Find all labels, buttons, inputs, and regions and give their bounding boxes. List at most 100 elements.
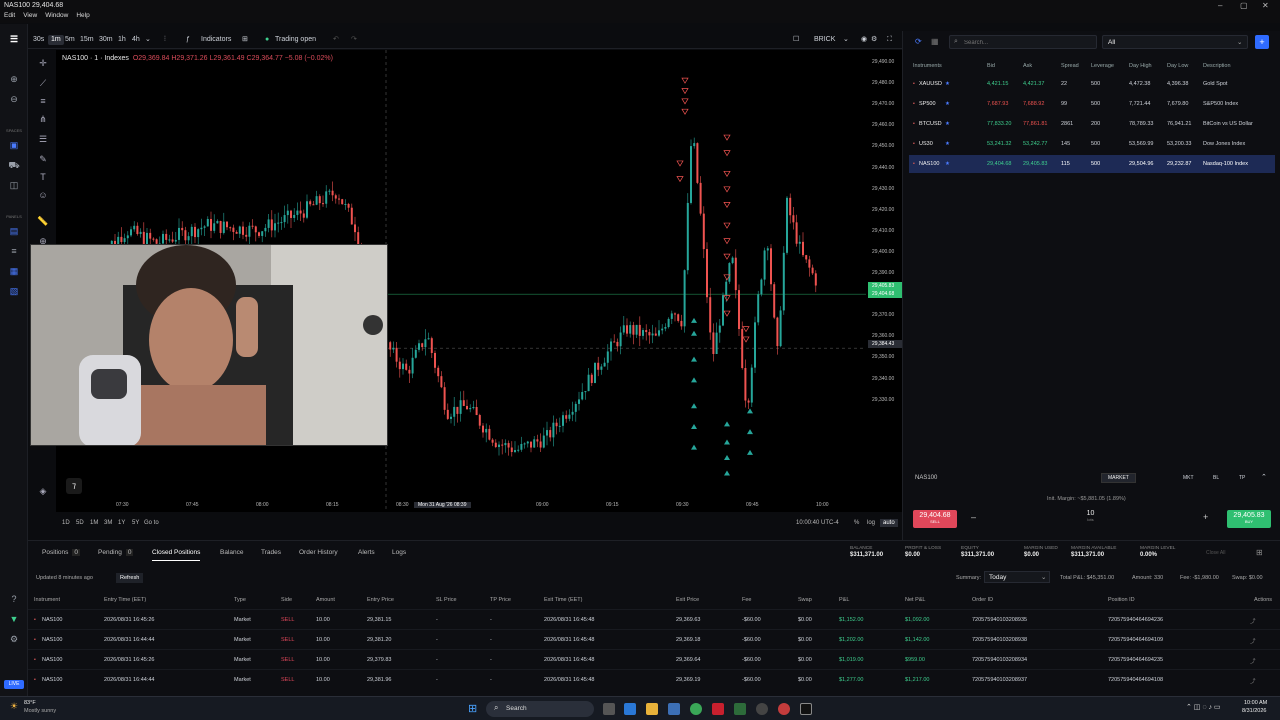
column-header[interactable]: Net P&L [905, 597, 925, 603]
sell-button[interactable]: 29,404.68 SELL [913, 510, 957, 528]
brush-icon[interactable]: ✎ [36, 152, 50, 166]
panel-trade-icon[interactable]: ▧ [7, 284, 21, 298]
summary-select[interactable]: Today ⌄ [984, 571, 1050, 583]
col-day-low[interactable]: Day Low [1167, 63, 1188, 69]
panel-watch-icon[interactable]: ▦ [7, 264, 21, 278]
add-instrument-button[interactable]: + [1255, 35, 1269, 49]
help-icon[interactable]: ? [7, 592, 21, 606]
menu-edit[interactable]: Edit [4, 12, 15, 19]
interval-5m[interactable]: 5m [65, 35, 75, 45]
watchlist-row[interactable]: ▪ US30 ★ 53,241.32 53,242.77 145 500 53,569.99 5… [909, 135, 1275, 153]
auto-toggle[interactable]: auto [880, 519, 898, 527]
interval-30m[interactable]: 30m [99, 35, 113, 45]
column-header[interactable]: Exit Price [676, 597, 699, 603]
tab-order-history[interactable]: Order History [299, 549, 338, 556]
column-header[interactable]: Amount [316, 597, 335, 603]
adobe-icon[interactable] [712, 703, 724, 715]
tab-balance[interactable]: Balance [220, 549, 244, 556]
table-row[interactable]: ▪ NAS100 2026/08/31 16:45:26 Market SELL 10.0… [28, 609, 1280, 629]
tab-bl[interactable]: BL [1213, 475, 1219, 481]
column-header[interactable]: Entry Time (EET) [104, 597, 146, 603]
log-toggle[interactable]: log [867, 520, 875, 526]
interval-4h[interactable]: 4h [132, 35, 140, 45]
tab-logs[interactable]: Logs [392, 549, 406, 556]
column-header[interactable]: Instrument [34, 597, 60, 603]
watchlist-row[interactable]: ▪ NAS100 ★ 29,404.68 29,405.83 115 500 29,504.9… [909, 155, 1275, 173]
column-header[interactable]: TP Price [490, 597, 511, 603]
panel-list-icon[interactable]: ≡ [7, 244, 21, 258]
watchlist-row[interactable]: ▪ SP500 ★ 7,687.93 7,688.92 99 500 7,721.44 7,67… [909, 95, 1275, 113]
percent-toggle[interactable]: % [854, 520, 859, 526]
windows-start-icon[interactable]: ⊞ [468, 702, 477, 715]
tray-icons[interactable]: ⌃ ◫ ◌ ♪ ▭ [1186, 703, 1221, 711]
layout-icon[interactable]: ⊞ [242, 35, 248, 45]
column-header[interactable]: Exit Time (EET) [544, 597, 583, 603]
ruler-icon[interactable]: 📏 [36, 214, 50, 228]
price-axis[interactable]: 29,490.00 29,480.00 29,470.00 29,460.00 29,4… [866, 50, 906, 512]
collapse-icon[interactable]: ⌃ [1261, 473, 1267, 481]
checkbox-icon[interactable]: ☐ [793, 35, 799, 45]
column-header[interactable]: Position ID [1108, 597, 1135, 603]
store-icon[interactable] [668, 703, 680, 715]
crosshair-icon[interactable]: ✛ [36, 56, 50, 70]
close-all-button[interactable]: Close All [1206, 550, 1225, 556]
filter-select[interactable]: All ⌄ [1102, 35, 1248, 49]
chevron-down-icon[interactable]: ⌄ [145, 35, 151, 45]
buy-button[interactable]: 29,405.83 BUY [1227, 510, 1271, 528]
range-1m[interactable]: 1M [90, 520, 98, 526]
indicators-button[interactable]: Indicators [201, 35, 231, 45]
decrease-lots-button[interactable]: – [971, 512, 976, 522]
favorite-icon[interactable]: ★ [945, 161, 950, 167]
fib-icon[interactable]: ☰ [36, 132, 50, 146]
emoji-icon[interactable]: ☺ [36, 188, 50, 202]
trendline-icon[interactable]: ⟋ [36, 76, 50, 90]
camera-icon[interactable]: ◫ [7, 178, 21, 192]
time-axis[interactable]: 07:30 07:45 08:00 08:15 08:30 Mon 31 Aug '26 … [56, 500, 866, 512]
table-row[interactable]: ▪ NAS100 2026/08/31 16:44:44 Market SELL 10.0… [28, 669, 1280, 689]
column-header[interactable]: Actions [1254, 597, 1272, 603]
menu-help[interactable]: Help [76, 12, 89, 19]
minimize-icon[interactable]: – [1218, 1, 1222, 10]
settings-gear-icon[interactable]: ⚙ [871, 35, 877, 45]
interval-1h[interactable]: 1h [118, 35, 126, 45]
layers-icon[interactable]: ◈ [36, 484, 50, 498]
favorite-icon[interactable]: ★ [945, 141, 950, 147]
file-explorer-icon[interactable] [646, 703, 658, 715]
goto-button[interactable]: Go to [144, 520, 159, 526]
interval-1m[interactable]: 1m [48, 35, 64, 45]
chart-type-icon[interactable]: ⫶ [164, 35, 166, 45]
menu-view[interactable]: View [23, 12, 37, 19]
interval-30s[interactable]: 30s [33, 35, 44, 45]
app-logo-icon[interactable]: ☰ [7, 32, 21, 46]
col-day-high[interactable]: Day High [1129, 63, 1152, 69]
table-row[interactable]: ▪ NAS100 2026/08/31 16:45:26 Market SELL 10.0… [28, 649, 1280, 669]
panel-chart-icon[interactable]: ▤ [7, 224, 21, 238]
range-3m[interactable]: 3M [104, 520, 112, 526]
search-field[interactable]: ⌕ [949, 35, 1097, 49]
order-type-select[interactable]: MARKET [1101, 473, 1136, 483]
watchlist-row[interactable]: ▪ XAUUSD ★ 4,421.15 4,421.37 22 500 4,472.38 4,3… [909, 75, 1275, 93]
range-5y[interactable]: 5Y [132, 520, 139, 526]
tab-trades[interactable]: Trades [261, 549, 281, 556]
taskbar-search[interactable]: ⌕ Search [486, 701, 594, 717]
col-instruments[interactable]: Instruments [913, 63, 942, 69]
horizontal-lines-icon[interactable]: ≡ [36, 94, 50, 108]
column-header[interactable]: SL Price [436, 597, 457, 603]
pitchfork-icon[interactable]: ⋔ [36, 112, 50, 126]
range-1d[interactable]: 1D [62, 520, 70, 526]
tab-pending[interactable]: Pending 0 [98, 549, 134, 556]
undo-icon[interactable]: ↶ [333, 35, 339, 45]
col-description[interactable]: Description [1203, 63, 1231, 69]
cart-icon[interactable]: ⛟ [7, 158, 21, 172]
tab-closed-positions[interactable]: Closed Positions [152, 549, 201, 561]
tab-tp[interactable]: TP [1239, 475, 1245, 481]
menu-window[interactable]: Window [45, 12, 68, 19]
text-icon[interactable]: T [36, 170, 50, 184]
brick-selector[interactable]: BRICK [814, 35, 835, 45]
calendar-icon[interactable]: ▦ [931, 37, 941, 47]
zoom-out-icon[interactable]: ⊖ [7, 92, 21, 106]
column-header[interactable]: Fee [742, 597, 751, 603]
interval-15m[interactable]: 15m [80, 35, 94, 45]
zoom-in-icon[interactable]: ⊕ [7, 72, 21, 86]
share-icon[interactable]: ⤴ [1250, 617, 1256, 625]
